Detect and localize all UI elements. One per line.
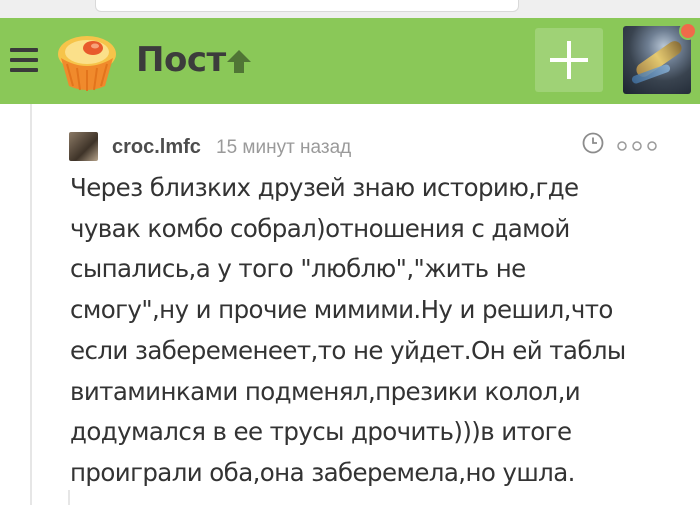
page-title: Пост	[136, 40, 226, 80]
comment-timestamp: 15 минут назад	[216, 137, 352, 158]
top-header-bar: Пост	[0, 18, 700, 104]
comment-author-avatar[interactable]	[69, 132, 98, 161]
notification-badge	[679, 22, 697, 40]
hamburger-menu-icon[interactable]	[10, 48, 38, 72]
clock-icon[interactable]	[582, 132, 604, 154]
post-page: Пост croc.lmfc 15 минут назад Через близ…	[0, 0, 700, 505]
comment-body: Через близких друзей знаю историю,где чу…	[70, 173, 626, 487]
add-post-button[interactable]	[535, 28, 603, 92]
arrow-up-icon[interactable]	[224, 47, 254, 75]
cupcake-logo-icon[interactable]	[53, 30, 121, 94]
browser-address-strip	[0, 0, 700, 18]
more-dots-icon[interactable]	[617, 140, 657, 152]
comment-author-name[interactable]: croc.lmfc	[112, 134, 201, 160]
address-bar[interactable]	[95, 0, 519, 12]
comment-thread-line	[30, 104, 32, 505]
